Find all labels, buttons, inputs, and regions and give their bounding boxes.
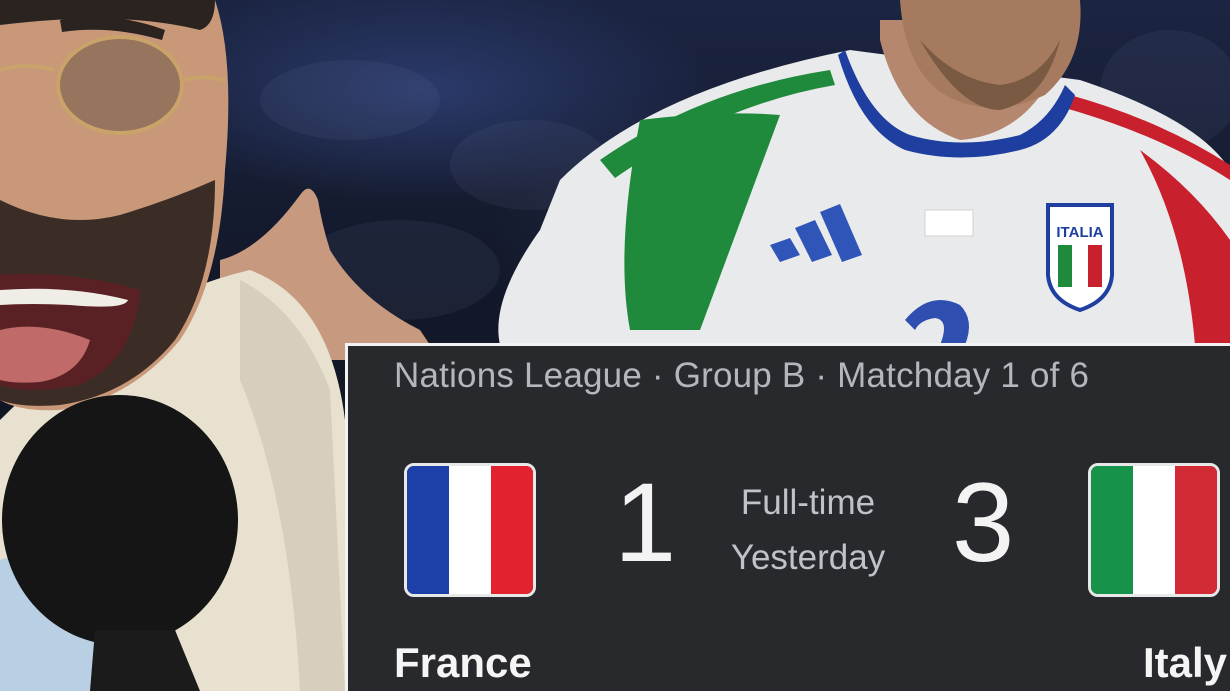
- jersey-crest-text: ITALIA: [1056, 224, 1103, 241]
- thumbnail-scene: ITALIA Nations League · Group B · Matchd…: [0, 0, 1230, 691]
- competition-header: Nations League · Group B · Matchday 1 of…: [394, 356, 1090, 395]
- match-scorecard[interactable]: Nations League · Group B · Matchday 1 of…: [345, 343, 1230, 691]
- home-team-name[interactable]: France: [394, 639, 532, 687]
- match-date: Yesterday: [730, 538, 886, 577]
- match-status: Full-time: [740, 483, 876, 522]
- france-flag-icon: [404, 463, 536, 597]
- away-team-name[interactable]: Italy: [1143, 639, 1227, 687]
- home-score: 1: [614, 460, 677, 585]
- italy-flag-icon: [1088, 463, 1220, 597]
- presenter-photo: [0, 0, 345, 691]
- away-score: 3: [952, 460, 1015, 585]
